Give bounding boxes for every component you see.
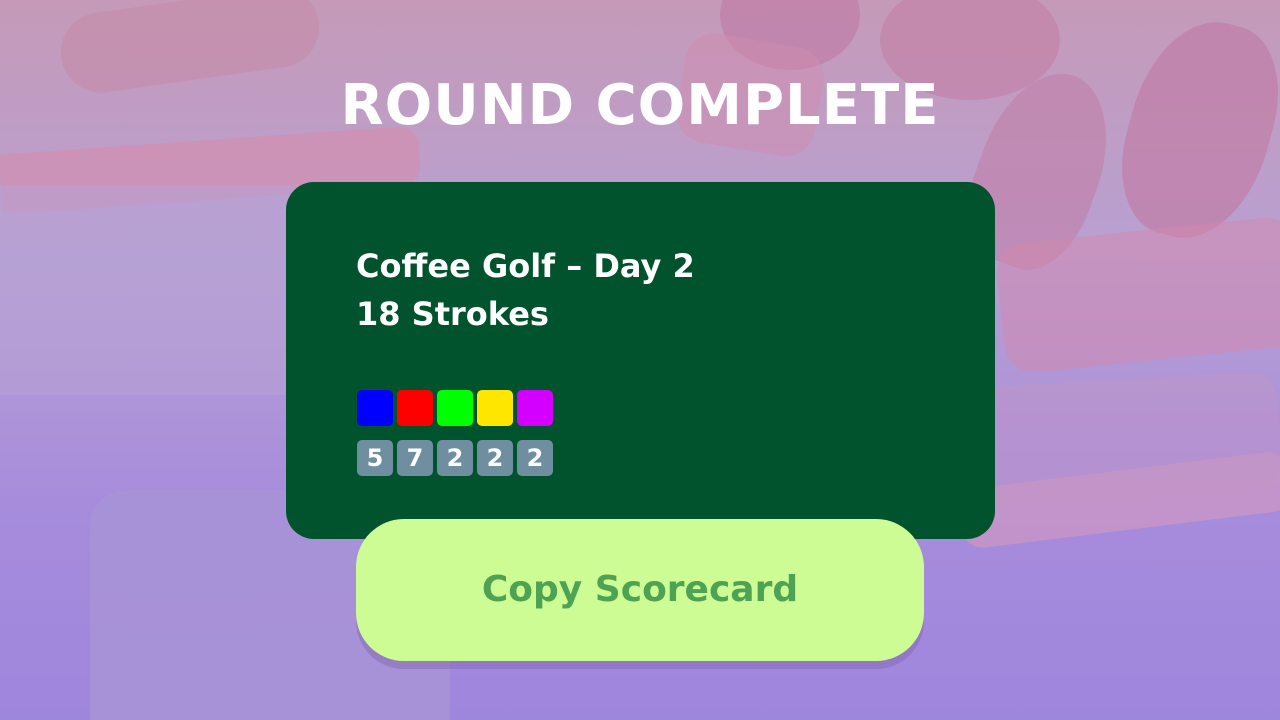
hole-score-tile: 2 [517,440,553,476]
scorecard-panel: Coffee Golf – Day 2 18 Strokes 5 7 2 2 2 [286,182,995,539]
hole-color-swatch [477,390,513,426]
hole-color-swatch [517,390,553,426]
game-day-label: Coffee Golf – Day 2 [356,247,695,285]
hole-score-tile: 2 [437,440,473,476]
round-complete-title: ROUND COMPLETE [340,73,940,138]
hole-color-swatch [357,390,393,426]
hole-score-tile: 5 [357,440,393,476]
hole-color-swatch [397,390,433,426]
hole-score-row: 5 7 2 2 2 [357,440,553,476]
hole-score-tile: 2 [477,440,513,476]
copy-scorecard-button[interactable]: Copy Scorecard [356,519,924,661]
hole-score-tile: 7 [397,440,433,476]
hole-color-swatch [437,390,473,426]
hole-color-row [357,390,553,426]
strokes-total-label: 18 Strokes [356,295,549,333]
